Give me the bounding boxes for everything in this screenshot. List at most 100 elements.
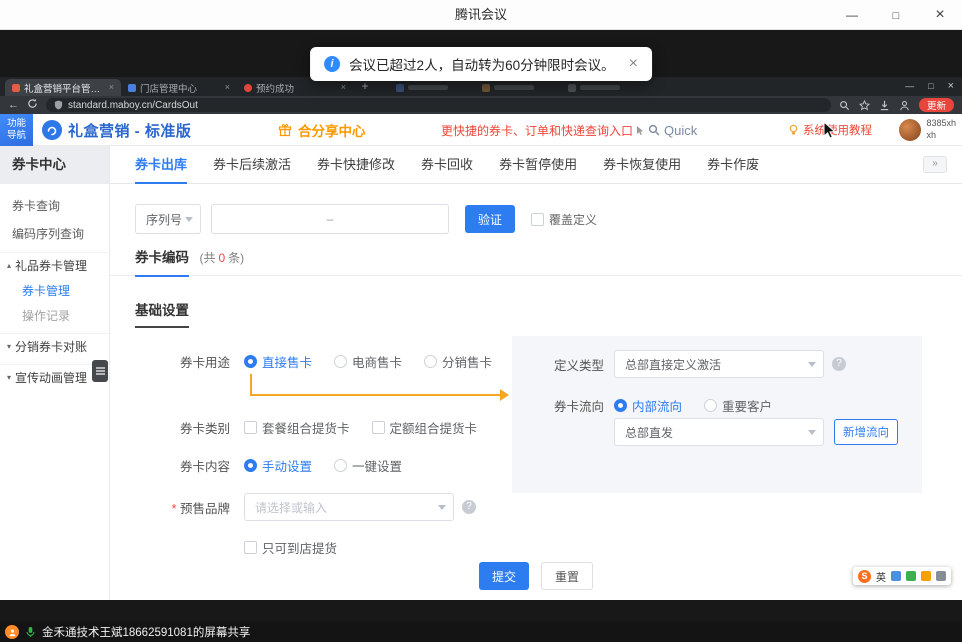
- tab-card-followup-activate[interactable]: 券卡后续激活: [213, 146, 291, 184]
- sidebar-item-operation-log[interactable]: 操作记录: [0, 304, 109, 329]
- ime-mic-icon[interactable]: [906, 571, 916, 581]
- sidebar-collapse-handle[interactable]: [92, 360, 108, 382]
- radio-important-customer[interactable]: 重要客户: [704, 396, 772, 415]
- sogou-logo-icon[interactable]: [858, 570, 871, 583]
- tab-card-restore[interactable]: 券卡恢复使用: [603, 146, 681, 184]
- tab-close-icon[interactable]: [341, 83, 346, 92]
- toast-close-icon[interactable]: [629, 56, 638, 72]
- radio-distribution-sale[interactable]: 分销售卡: [424, 352, 492, 371]
- override-label: 覆盖定义: [549, 211, 597, 228]
- sidebar: 券卡中心 券卡查询 编码序列查询 礼品券卡管理 券卡管理 操作记录 分销券卡对账: [0, 146, 110, 600]
- brand-name: 礼盒营销 - 标准版: [68, 120, 191, 141]
- tab-card-outbound[interactable]: 券卡出库: [135, 146, 187, 184]
- main-panel: 券卡出库 券卡后续激活 券卡快捷修改 券卡回收 券卡暂停使用 券卡恢复使用 券卡…: [110, 146, 962, 600]
- tab-close-icon[interactable]: [225, 83, 230, 92]
- minimize-button[interactable]: [830, 0, 874, 30]
- mouse-cursor: [823, 121, 837, 140]
- collapse-panel-button[interactable]: [923, 156, 947, 173]
- sidebar-item-card-query[interactable]: 券卡查询: [0, 192, 109, 220]
- radio-internal-flow[interactable]: 内部流向: [614, 396, 682, 415]
- checkbox-store-pickup-only[interactable]: 只可到店提货: [244, 538, 337, 557]
- background-tab[interactable]: [475, 79, 561, 96]
- card-flow-row: 券卡流向 内部流向 重要客户: [512, 396, 772, 415]
- radio-icon: [334, 355, 347, 368]
- checkbox-fixed-combo-pickup-card[interactable]: 定额组合提货卡: [372, 418, 478, 437]
- refresh-icon[interactable]: [27, 98, 38, 112]
- new-tab-button[interactable]: [357, 79, 373, 95]
- tab-card-quick-edit[interactable]: 券卡快捷修改: [317, 146, 395, 184]
- radio-manual-setting[interactable]: 手动设置: [244, 456, 312, 475]
- update-label: 更新: [927, 98, 946, 112]
- site-shield-icon: [54, 100, 63, 110]
- override-definition-checkbox[interactable]: 覆盖定义: [531, 211, 597, 228]
- reset-button[interactable]: 重置: [541, 562, 593, 590]
- background-tab[interactable]: [389, 79, 475, 96]
- browser-tab-booking-success[interactable]: 预约成功: [237, 79, 353, 96]
- profile-icon[interactable]: [899, 100, 910, 111]
- promo-link[interactable]: 更快捷的券卡、订单和快递查询入口: [441, 114, 645, 146]
- ime-language-mode[interactable]: 英: [876, 569, 886, 584]
- flow-direction-select[interactable]: 总部直发: [614, 418, 824, 446]
- back-icon[interactable]: ←: [8, 100, 19, 111]
- toast-message: 会议已超过2人，自动转为60分钟限时会议。: [349, 54, 615, 74]
- radio-direct-sale[interactable]: 直接售卡: [244, 352, 312, 371]
- flow-connector-horizontal: [250, 394, 502, 396]
- card-code-count: (共0条): [199, 251, 244, 265]
- sidebar-item-card-management[interactable]: 券卡管理: [0, 279, 109, 304]
- browser-minimize-icon[interactable]: [905, 81, 914, 91]
- quick-search[interactable]: Quick: [648, 114, 697, 146]
- serial-range-input[interactable]: –: [211, 204, 449, 234]
- browser-tab-gift-platform[interactable]: 礼盒营销平台管理中心: [5, 79, 121, 96]
- favicon: [482, 84, 490, 92]
- maximize-button[interactable]: [874, 0, 918, 30]
- definition-type-select[interactable]: 总部直接定义激活: [614, 350, 824, 378]
- close-button[interactable]: [918, 0, 962, 30]
- meeting-stage: 礼盒营销平台管理中心 门店管理中心 预约成功: [0, 30, 962, 622]
- browser-close-icon[interactable]: [948, 80, 954, 92]
- expand-arrow-icon: [7, 374, 11, 382]
- sidebar-group-gift-card-management[interactable]: 礼品券卡管理: [0, 252, 109, 279]
- ime-toolbar: 英: [853, 567, 951, 585]
- serial-type-select[interactable]: 序列号: [135, 204, 201, 234]
- user-account[interactable]: 8385xh xh: [899, 114, 956, 146]
- browser-update-button[interactable]: 更新: [919, 98, 954, 112]
- tab-card-void[interactable]: 券卡作废: [707, 146, 759, 184]
- sidebar-group-distribution-reconcile[interactable]: 分销券卡对账: [0, 333, 109, 360]
- favorite-star-icon[interactable]: [859, 100, 870, 111]
- tab-close-icon[interactable]: [109, 83, 114, 92]
- flow-connector-vertical: [250, 374, 252, 396]
- sidebar-item-code-sequence-query[interactable]: 编码序列查询: [0, 220, 109, 248]
- refresh-icon: [27, 98, 38, 109]
- share-center-link[interactable]: 合分享中心: [278, 114, 366, 146]
- window-title: 腾讯会议: [0, 0, 962, 30]
- presale-brand-select[interactable]: 请选择或输入: [244, 493, 454, 521]
- definition-type-value: 总部直接定义激活: [625, 356, 721, 373]
- tab-label: 预约成功: [256, 81, 337, 95]
- download-icon[interactable]: [879, 100, 890, 111]
- verify-button[interactable]: 验证: [465, 205, 515, 233]
- serial-range-value: –: [327, 212, 334, 226]
- tab-card-recycle[interactable]: 券卡回收: [421, 146, 473, 184]
- browser-maximize-icon[interactable]: [928, 81, 933, 91]
- help-icon[interactable]: [462, 500, 476, 514]
- tutorial-label: 系统使用教程: [803, 122, 872, 138]
- ime-keyboard-icon[interactable]: [891, 571, 901, 581]
- ime-emoji-icon[interactable]: [921, 571, 931, 581]
- card-code-title: 券卡编码: [135, 246, 189, 277]
- help-icon[interactable]: [832, 357, 846, 371]
- checkbox-combo-pickup-card[interactable]: 套餐组合提货卡: [244, 418, 350, 437]
- submit-button[interactable]: 提交: [479, 562, 529, 590]
- add-flow-button[interactable]: 新增流向: [834, 419, 898, 445]
- zoom-icon[interactable]: [839, 100, 850, 111]
- ime-toolbox-icon[interactable]: [936, 571, 946, 581]
- browser-tab-store-center[interactable]: 门店管理中心: [121, 79, 237, 96]
- background-tab[interactable]: [561, 79, 647, 96]
- tab-card-suspend[interactable]: 券卡暂停使用: [499, 146, 577, 184]
- meeting-toast: 会议已超过2人，自动转为60分钟限时会议。: [310, 47, 652, 81]
- radio-one-key-setting[interactable]: 一键设置: [334, 456, 402, 475]
- share-status-text: 金禾通技术王斌18662591081的屏幕共享: [42, 624, 250, 640]
- address-bar[interactable]: standard.maboy.cn/CardsOut: [46, 98, 831, 112]
- basic-settings-title: 基础设置: [135, 299, 189, 328]
- radio-ecommerce-sale[interactable]: 电商售卡: [334, 352, 402, 371]
- function-nav-toggle[interactable]: 功能 导航: [0, 114, 33, 146]
